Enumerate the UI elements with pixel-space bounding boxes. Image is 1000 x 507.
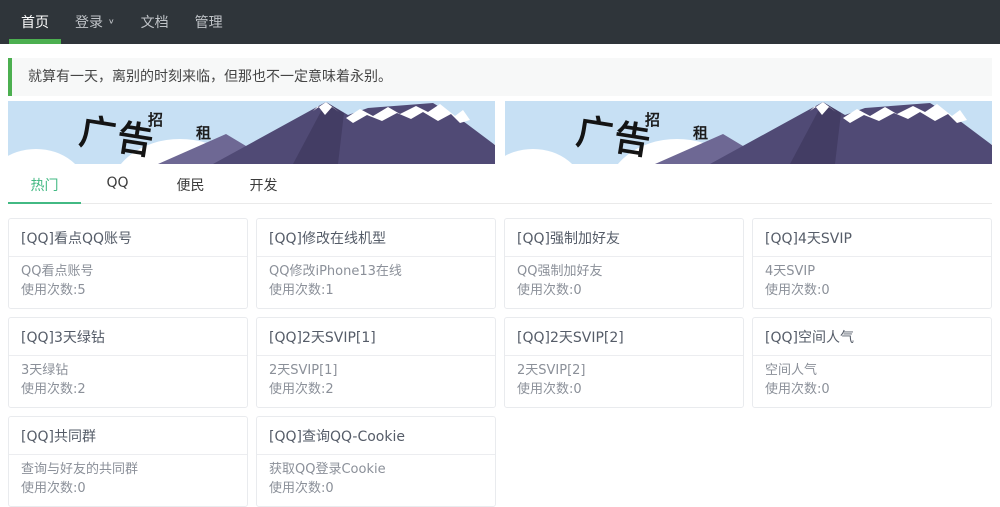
card-title: [QQ]2天SVIP[1] (257, 318, 495, 356)
card-description: 获取QQ登录Cookie (269, 460, 483, 479)
card-description: 2天SVIP[2] (517, 361, 731, 380)
card-title: [QQ]看点QQ账号 (9, 219, 247, 257)
card-body: 2天SVIP[1] 使用次数:2 (257, 356, 495, 407)
card-body: QQ强制加好友 使用次数:0 (505, 257, 743, 308)
nav-item-label: 首页 (21, 12, 49, 32)
card-title: [QQ]强制加好友 (505, 219, 743, 257)
tab-dev[interactable]: 开发 (227, 170, 300, 203)
card-description: QQ看点账号 (21, 262, 235, 281)
card-description: 空间人气 (765, 361, 979, 380)
nav-item-admin[interactable]: 管理 (182, 0, 236, 44)
tool-card[interactable]: [QQ]修改在线机型 QQ修改iPhone13在线 使用次数:1 (256, 218, 496, 309)
card-body: 4天SVIP 使用次数:0 (753, 257, 991, 308)
chevron-down-icon: ∨ (108, 18, 115, 26)
tool-card[interactable]: [QQ]4天SVIP 4天SVIP 使用次数:0 (752, 218, 992, 309)
banner-ad-text-small-1: 招 (645, 111, 660, 129)
tab-label: 开发 (250, 178, 278, 194)
card-description: 查询与好友的共同群 (21, 460, 235, 479)
tool-card[interactable]: [QQ]共同群 查询与好友的共同群 使用次数:0 (8, 416, 248, 507)
card-body: QQ修改iPhone13在线 使用次数:1 (257, 257, 495, 308)
card-description: 2天SVIP[1] (269, 361, 483, 380)
card-usage-count: 使用次数:2 (269, 380, 483, 399)
notice-text: 就算有一天，离别的时刻来临，但那也不一定意味着永别。 (28, 69, 392, 85)
tab-label: 便民 (177, 178, 205, 194)
nav-item-label: 登录 (75, 12, 103, 32)
tool-card[interactable]: [QQ]看点QQ账号 QQ看点账号 使用次数:5 (8, 218, 248, 309)
ad-banner-illustration: 广告 招 租 (505, 101, 992, 164)
banner-ad-text-small-1: 招 (148, 111, 163, 129)
active-nav-underline (9, 39, 61, 44)
banner-row: 广告 招 租 广告 招 租 (8, 101, 992, 164)
navbar: 首页 登录 ∨ 文档 管理 (0, 0, 1000, 44)
card-description: QQ强制加好友 (517, 262, 731, 281)
card-usage-count: 使用次数:0 (517, 281, 731, 300)
tool-card[interactable]: [QQ]3天绿钻 3天绿钻 使用次数:2 (8, 317, 248, 408)
card-usage-count: 使用次数:0 (517, 380, 731, 399)
nav-item-label: 文档 (141, 12, 169, 32)
card-description: 3天绿钻 (21, 361, 235, 380)
tool-card[interactable]: [QQ]空间人气 空间人气 使用次数:0 (752, 317, 992, 408)
tab-hot[interactable]: 热门 (8, 170, 81, 203)
tab-qq[interactable]: QQ (81, 170, 154, 203)
card-title: [QQ]2天SVIP[2] (505, 318, 743, 356)
card-body: 获取QQ登录Cookie 使用次数:0 (257, 455, 495, 506)
card-usage-count: 使用次数:5 (21, 281, 235, 300)
card-title: [QQ]修改在线机型 (257, 219, 495, 257)
notice-bar: 就算有一天，离别的时刻来临，但那也不一定意味着永别。 (8, 58, 992, 96)
ad-banner-right[interactable]: 广告 招 租 (505, 101, 992, 164)
card-usage-count: 使用次数:2 (21, 380, 235, 399)
card-description: 4天SVIP (765, 262, 979, 281)
card-usage-count: 使用次数:1 (269, 281, 483, 300)
card-usage-count: 使用次数:0 (765, 380, 979, 399)
tool-card[interactable]: [QQ]2天SVIP[2] 2天SVIP[2] 使用次数:0 (504, 317, 744, 408)
card-body: QQ看点账号 使用次数:5 (9, 257, 247, 308)
card-body: 3天绿钻 使用次数:2 (9, 356, 247, 407)
card-title: [QQ]3天绿钻 (9, 318, 247, 356)
ad-banner-left[interactable]: 广告 招 租 (8, 101, 495, 164)
tab-label: 热门 (31, 178, 59, 194)
ad-banner-illustration: 广告 招 租 (8, 101, 495, 164)
card-description: QQ修改iPhone13在线 (269, 262, 483, 281)
banner-ad-text-small-2: 租 (693, 124, 708, 142)
card-body: 2天SVIP[2] 使用次数:0 (505, 356, 743, 407)
card-body: 查询与好友的共同群 使用次数:0 (9, 455, 247, 506)
card-grid: [QQ]看点QQ账号 QQ看点账号 使用次数:5 [QQ]修改在线机型 QQ修改… (8, 218, 992, 507)
card-title: [QQ]查询QQ-Cookie (257, 417, 495, 455)
card-title: [QQ]4天SVIP (753, 219, 991, 257)
card-usage-count: 使用次数:0 (269, 479, 483, 498)
card-usage-count: 使用次数:0 (765, 281, 979, 300)
tab-label: QQ (106, 175, 128, 191)
category-tabs: 热门 QQ 便民 开发 (8, 170, 992, 204)
nav-item-login[interactable]: 登录 ∨ (62, 0, 128, 44)
tab-convenience[interactable]: 便民 (154, 170, 227, 203)
tool-card[interactable]: [QQ]查询QQ-Cookie 获取QQ登录Cookie 使用次数:0 (256, 416, 496, 507)
card-title: [QQ]共同群 (9, 417, 247, 455)
tool-card[interactable]: [QQ]强制加好友 QQ强制加好友 使用次数:0 (504, 218, 744, 309)
card-usage-count: 使用次数:0 (21, 479, 235, 498)
tool-card[interactable]: [QQ]2天SVIP[1] 2天SVIP[1] 使用次数:2 (256, 317, 496, 408)
card-title: [QQ]空间人气 (753, 318, 991, 356)
banner-ad-text-small-2: 租 (196, 124, 211, 142)
nav-item-docs[interactable]: 文档 (128, 0, 182, 44)
active-tab-underline (8, 202, 81, 204)
nav-item-home[interactable]: 首页 (8, 0, 62, 44)
nav-item-label: 管理 (195, 12, 223, 32)
card-body: 空间人气 使用次数:0 (753, 356, 991, 407)
